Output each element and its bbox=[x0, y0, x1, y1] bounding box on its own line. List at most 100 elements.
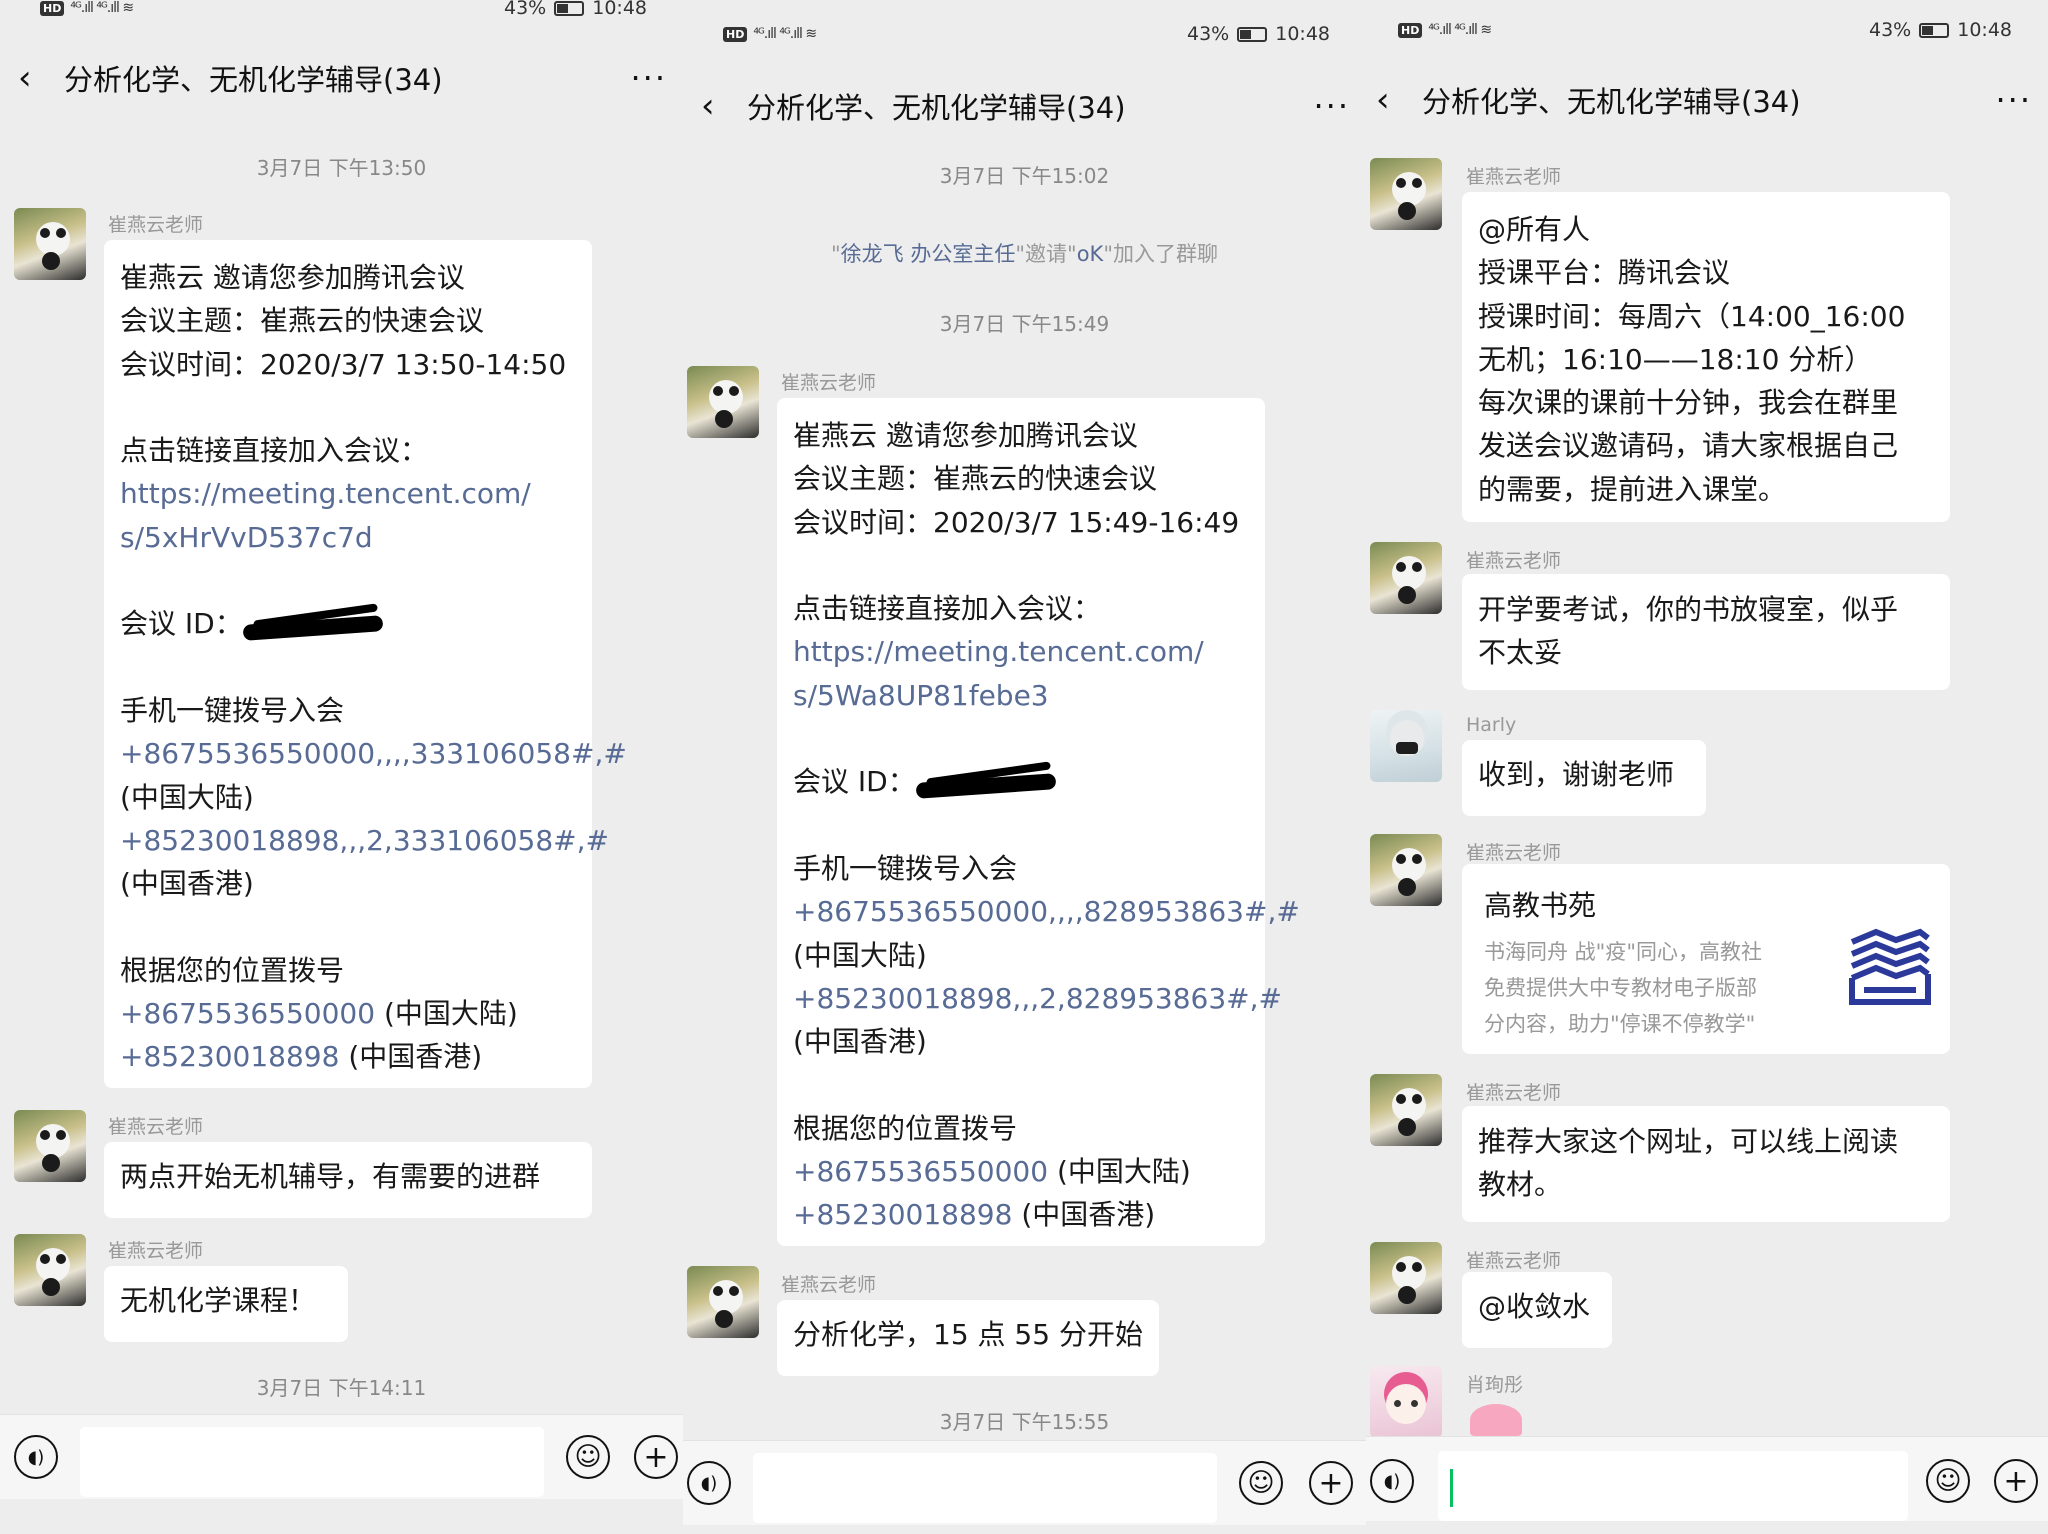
meeting-link[interactable]: https://meeting.tencent.com/ bbox=[120, 472, 576, 515]
back-icon[interactable]: ‹ bbox=[1376, 83, 1390, 117]
meeting-id-label: 会议 ID： bbox=[120, 607, 243, 641]
message-line: 无机化学课程！ bbox=[120, 1284, 317, 1317]
message-line: 的需要，提前进入课堂。 bbox=[1478, 472, 1787, 506]
signal-icon: ⁴ᴳ.ıll ⁴ᴳ.ıll ≋ bbox=[753, 26, 817, 42]
timestamp: 3月7日 下午13:50 bbox=[256, 156, 427, 180]
back-icon[interactable]: ‹ bbox=[701, 89, 715, 123]
emoji-icon[interactable]: ☺ bbox=[1926, 1459, 1970, 1503]
voice-icon[interactable]: ◖) bbox=[14, 1435, 58, 1479]
avatar[interactable] bbox=[1370, 158, 1442, 230]
inviter-name[interactable]: 徐龙飞 办公室主任 bbox=[841, 242, 1016, 266]
message-line: 会议主题：崔燕云的快速会议 bbox=[120, 304, 485, 338]
avatar[interactable] bbox=[14, 208, 86, 280]
message-line: 手机一键拨号入会 bbox=[793, 851, 1018, 885]
phone-link[interactable]: +85230018898 bbox=[120, 1040, 339, 1073]
message-bubble[interactable]: 收到，谢谢老师 bbox=[1462, 740, 1706, 816]
more-icon[interactable]: ··· bbox=[630, 59, 667, 97]
plus-icon[interactable]: + bbox=[1994, 1459, 2038, 1503]
message-line: 手机一键拨号入会 bbox=[120, 693, 345, 727]
meeting-link[interactable]: s/5Wa8UP81febe3 bbox=[793, 674, 1249, 717]
message-input[interactable] bbox=[753, 1453, 1217, 1523]
phone-link[interactable]: +8675536550000 bbox=[120, 997, 375, 1030]
phone-link[interactable]: +85230018898,,,2,333106058#,# bbox=[120, 819, 609, 862]
message-input[interactable] bbox=[80, 1427, 544, 1497]
message-bubble[interactable]: @收敛水 bbox=[1462, 1272, 1612, 1348]
chat-title: 分析化学、无机化学辅导(34) bbox=[747, 91, 1126, 125]
avatar[interactable] bbox=[1370, 1242, 1442, 1314]
timestamp: 3月7日 下午15:02 bbox=[939, 164, 1110, 188]
meeting-link[interactable]: s/5xHrVvD537c7d bbox=[120, 516, 576, 559]
phone-link[interactable]: +8675536550000,,,,333106058#,# bbox=[120, 732, 627, 775]
avatar[interactable] bbox=[1370, 710, 1442, 782]
sender-name: 崔燕云老师 bbox=[1466, 550, 1562, 572]
plus-icon[interactable]: + bbox=[634, 1435, 678, 1479]
message-line: 根据您的位置拨号 bbox=[793, 1111, 1018, 1145]
invitee-name[interactable]: oK bbox=[1077, 242, 1104, 266]
meeting-link[interactable]: https://meeting.tencent.com/ bbox=[793, 630, 1249, 673]
message-bubble[interactable]: 两点开始无机辅导，有需要的进群 bbox=[104, 1142, 592, 1218]
battery-percent: 43% bbox=[504, 0, 547, 19]
message-line: 发送会议邀请码，请大家根据自己 bbox=[1478, 429, 1899, 463]
sender-name: 崔燕云老师 bbox=[1466, 1082, 1562, 1104]
hd-icon: HD bbox=[723, 26, 748, 42]
clock: 10:48 bbox=[1957, 19, 2012, 41]
message-bubble[interactable]: 无机化学课程！ bbox=[104, 1266, 348, 1342]
input-bar: ◖) ☺ + bbox=[0, 1414, 683, 1499]
message-bubble[interactable]: 崔燕云 邀请您参加腾讯会议 会议主题：崔燕云的快速会议 会议时间：2020/3/… bbox=[104, 240, 627, 1088]
message-bubble[interactable]: 开学要考试，你的书放寝室，似乎 不太妥 bbox=[1462, 574, 1950, 690]
avatar[interactable] bbox=[1370, 1366, 1442, 1438]
sender-name: 崔燕云老师 bbox=[781, 1274, 877, 1296]
voice-icon[interactable]: ◖) bbox=[1370, 1459, 1414, 1503]
message-line: +8675536550000 (中国大陆) bbox=[793, 1150, 1249, 1193]
more-icon[interactable]: ··· bbox=[1313, 87, 1350, 125]
sticker-image[interactable] bbox=[1470, 1404, 1522, 1436]
avatar[interactable] bbox=[1370, 542, 1442, 614]
message-line: 无机；16:10——18:10 分析） bbox=[1478, 342, 1873, 376]
back-icon[interactable]: ‹ bbox=[18, 61, 32, 95]
more-icon[interactable]: ··· bbox=[1995, 81, 2032, 119]
clock: 10:48 bbox=[1275, 23, 1330, 45]
emoji-icon[interactable]: ☺ bbox=[566, 1435, 610, 1479]
message-line: 会议时间：2020/3/7 13:50-14:50 bbox=[120, 347, 567, 381]
region-label: (中国香港) bbox=[348, 1040, 483, 1074]
avatar[interactable] bbox=[14, 1110, 86, 1182]
phone-link[interactable]: +8675536550000 bbox=[793, 1155, 1048, 1188]
message-bubble[interactable]: 分析化学，15 点 55 分开始 bbox=[777, 1300, 1159, 1376]
quote-mark: " bbox=[831, 242, 841, 266]
message-line: 两点开始无机辅导，有需要的进群 bbox=[120, 1160, 541, 1193]
message-bubble[interactable]: 崔燕云 邀请您参加腾讯会议 会议主题：崔燕云的快速会议 会议时间：2020/3/… bbox=[777, 398, 1300, 1246]
phone-link[interactable]: +85230018898 bbox=[793, 1198, 1012, 1231]
avatar[interactable] bbox=[687, 1266, 759, 1338]
link-card[interactable]: 高教书苑 书海同舟 战"疫"同心，高教社 免费提供大中专教材电子版部 分内容，助… bbox=[1462, 864, 1950, 1054]
message-bubble[interactable]: 推荐大家这个网址，可以线上阅读 教材。 bbox=[1462, 1106, 1950, 1222]
avatar[interactable] bbox=[1370, 834, 1442, 906]
timestamp: 3月7日 下午15:55 bbox=[939, 1410, 1110, 1434]
message-line: 点击链接直接加入会议： bbox=[793, 592, 1102, 626]
redaction-scribble bbox=[243, 610, 388, 640]
voice-icon[interactable]: ◖) bbox=[687, 1461, 731, 1505]
phone-link[interactable]: +8675536550000,,,,828953863#,# bbox=[793, 890, 1300, 933]
sender-name: 崔燕云老师 bbox=[108, 214, 204, 236]
avatar[interactable] bbox=[687, 366, 759, 438]
message-bubble[interactable]: @所有人 授课平台：腾讯会议 授课时间：每周六（14:00_16:00 无机；1… bbox=[1462, 192, 1950, 522]
message-input[interactable] bbox=[1438, 1451, 1908, 1521]
input-bar: ◖) ☺ + bbox=[683, 1440, 1366, 1525]
status-bar: HD ⁴ᴳ.ıll ⁴ᴳ.ıll ≋ 43% 10:48 bbox=[0, 0, 683, 28]
system-message: "徐龙飞 办公室主任"邀请"oK"加入了群聊 bbox=[683, 238, 1366, 268]
signal-icon: ⁴ᴳ.ıll ⁴ᴳ.ıll ≋ bbox=[70, 0, 134, 16]
plus-icon[interactable]: + bbox=[1309, 1461, 1353, 1505]
phone-link[interactable]: +85230018898,,,2,828953863#,# bbox=[793, 977, 1282, 1020]
battery-icon bbox=[1919, 22, 1950, 38]
meeting-id-label: 会议 ID： bbox=[793, 765, 916, 799]
message-line: 教材。 bbox=[1478, 1168, 1563, 1202]
message-line: 点击链接直接加入会议： bbox=[120, 434, 429, 468]
avatar[interactable] bbox=[1370, 1074, 1442, 1146]
avatar[interactable] bbox=[14, 1234, 86, 1306]
region-label: (中国大陆) bbox=[383, 997, 518, 1031]
message-line: 会议时间：2020/3/7 15:49-16:49 bbox=[793, 505, 1240, 539]
meeting-id-line: 会议 ID： bbox=[120, 602, 576, 645]
emoji-icon[interactable]: ☺ bbox=[1239, 1461, 1283, 1505]
message-line: 不太妥 bbox=[1478, 636, 1563, 670]
hd-icon: HD bbox=[40, 0, 65, 16]
sender-name: 崔燕云老师 bbox=[108, 1116, 204, 1138]
